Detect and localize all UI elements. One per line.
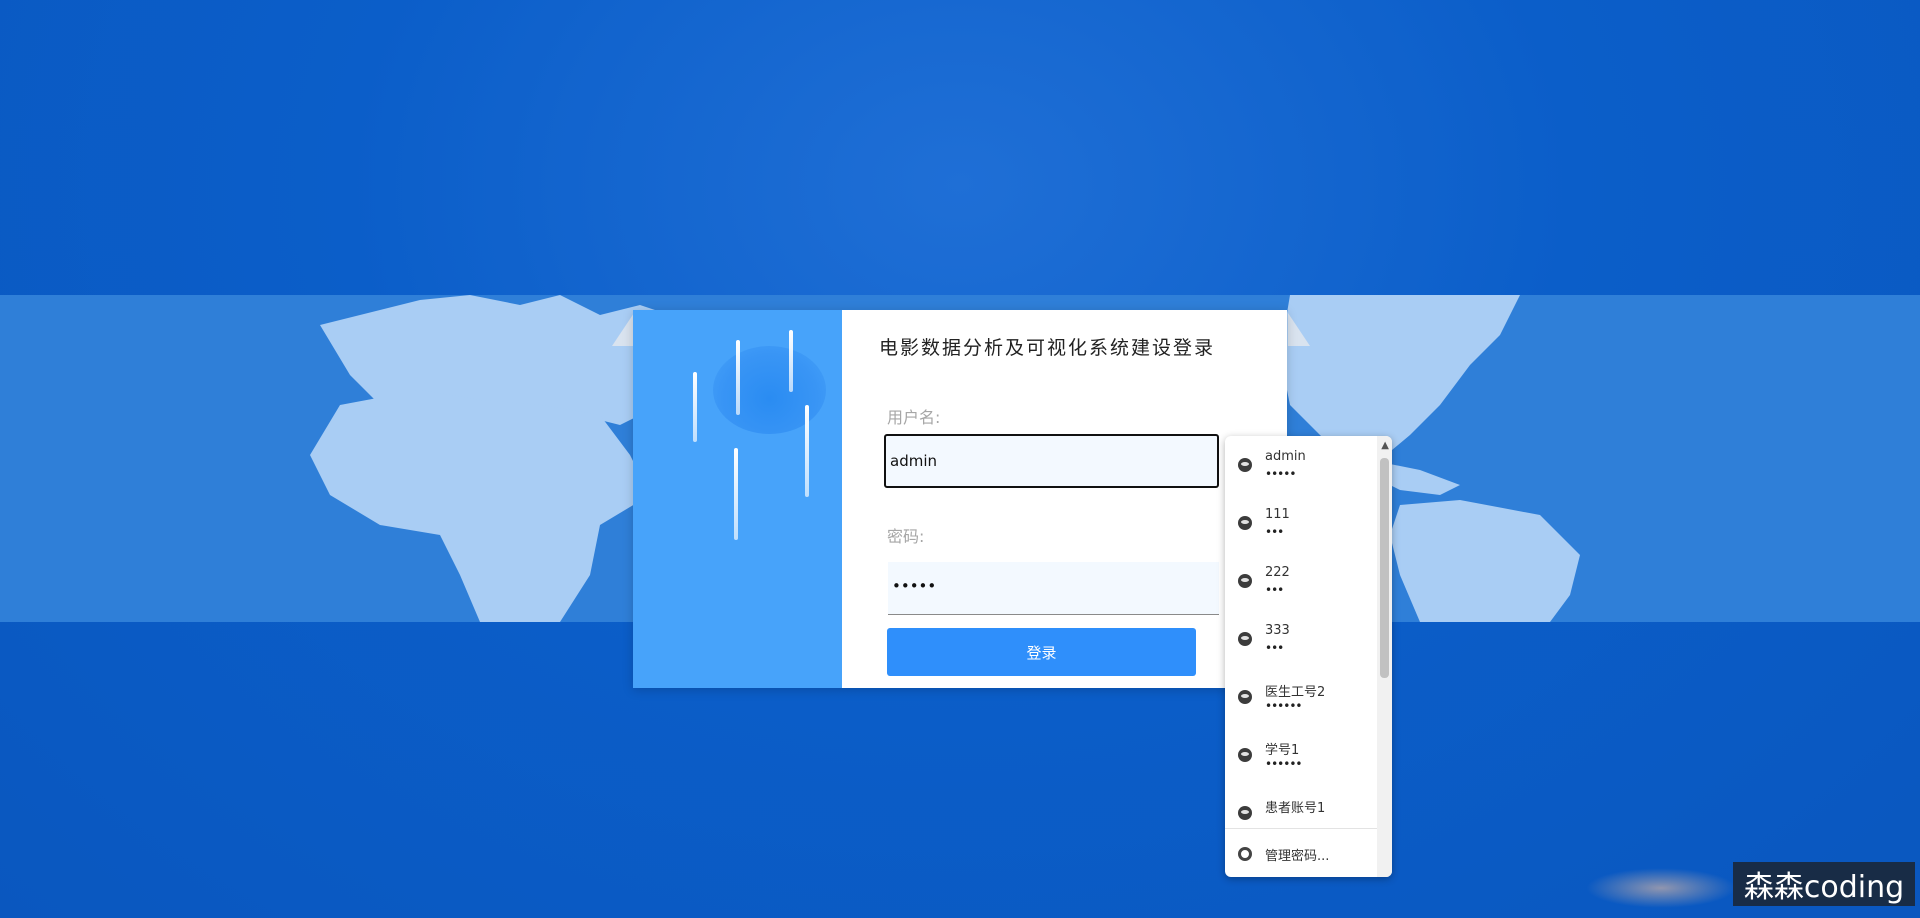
- water-drop-illustration: [713, 346, 826, 434]
- login-form: 电影数据分析及可视化系统建设登录 用户名: admin 密码: ••••• 登录: [842, 310, 1287, 688]
- chrome-icon: [1238, 847, 1252, 861]
- globe-icon: [1238, 458, 1252, 472]
- password-label: 密码:: [887, 527, 925, 546]
- watermark: 森森coding: [1733, 862, 1915, 906]
- globe-icon: [1238, 806, 1252, 820]
- autofill-username: 医生工号2: [1265, 685, 1326, 700]
- globe-icon: [1238, 516, 1252, 530]
- autofill-scrollbar[interactable]: ▲: [1377, 436, 1392, 877]
- autofill-entry[interactable]: 222 •••: [1225, 552, 1377, 610]
- username-input[interactable]: admin: [884, 434, 1219, 488]
- username-value: admin: [890, 452, 937, 470]
- card-fold-right: [1288, 313, 1310, 346]
- autofill-username: 333: [1265, 623, 1290, 638]
- autofill-entry[interactable]: 患者账号1: [1225, 784, 1377, 828]
- autofill-username: 学号1: [1265, 743, 1300, 758]
- autofill-username: 111: [1265, 507, 1290, 522]
- autofill-username: 222: [1265, 565, 1290, 580]
- scroll-up-icon[interactable]: ▲: [1381, 440, 1389, 451]
- card-fold-left: [612, 313, 634, 346]
- globe-icon: [1238, 574, 1252, 588]
- page-title: 电影数据分析及可视化系统建设登录: [879, 337, 1216, 359]
- rain-line: [734, 448, 738, 540]
- rain-line: [789, 330, 793, 392]
- manage-passwords-label: 管理密码...: [1265, 849, 1330, 864]
- autofill-password: ••••••: [1265, 699, 1302, 713]
- manage-passwords-item[interactable]: 管理密码...: [1225, 828, 1377, 877]
- watermark-glow: [1586, 868, 1736, 908]
- autofill-username: admin: [1265, 449, 1306, 464]
- autofill-username: 患者账号1: [1265, 801, 1326, 816]
- password-input[interactable]: •••••: [888, 562, 1219, 615]
- autofill-password: •••: [1265, 641, 1284, 655]
- globe-icon: [1238, 748, 1252, 762]
- rain-line: [693, 372, 697, 442]
- autofill-entry[interactable]: 学号1 ••••••: [1225, 726, 1377, 784]
- autofill-entry[interactable]: 111 •••: [1225, 494, 1377, 552]
- password-value: •••••: [892, 577, 937, 595]
- autofill-entry[interactable]: 医生工号2 ••••••: [1225, 668, 1377, 726]
- globe-icon: [1238, 632, 1252, 646]
- autofill-entry[interactable]: 333 •••: [1225, 610, 1377, 668]
- scrollbar-thumb[interactable]: [1380, 458, 1389, 678]
- login-card: 电影数据分析及可视化系统建设登录 用户名: admin 密码: ••••• 登录: [633, 310, 1287, 688]
- autofill-entry[interactable]: admin •••••: [1225, 436, 1377, 494]
- autofill-password: ••••••: [1265, 757, 1302, 771]
- password-autofill-dropdown[interactable]: admin ••••• 111 ••• 222 ••• 333 ••• 医生工号…: [1225, 436, 1392, 877]
- rain-line: [805, 405, 809, 497]
- globe-icon: [1238, 690, 1252, 704]
- username-label: 用户名:: [887, 408, 941, 427]
- autofill-password: •••: [1265, 583, 1284, 597]
- rain-line: [736, 340, 740, 415]
- login-button[interactable]: 登录: [887, 628, 1196, 676]
- autofill-password: •••: [1265, 525, 1284, 539]
- autofill-password: •••••: [1265, 467, 1296, 481]
- card-illustration-panel: [633, 310, 842, 688]
